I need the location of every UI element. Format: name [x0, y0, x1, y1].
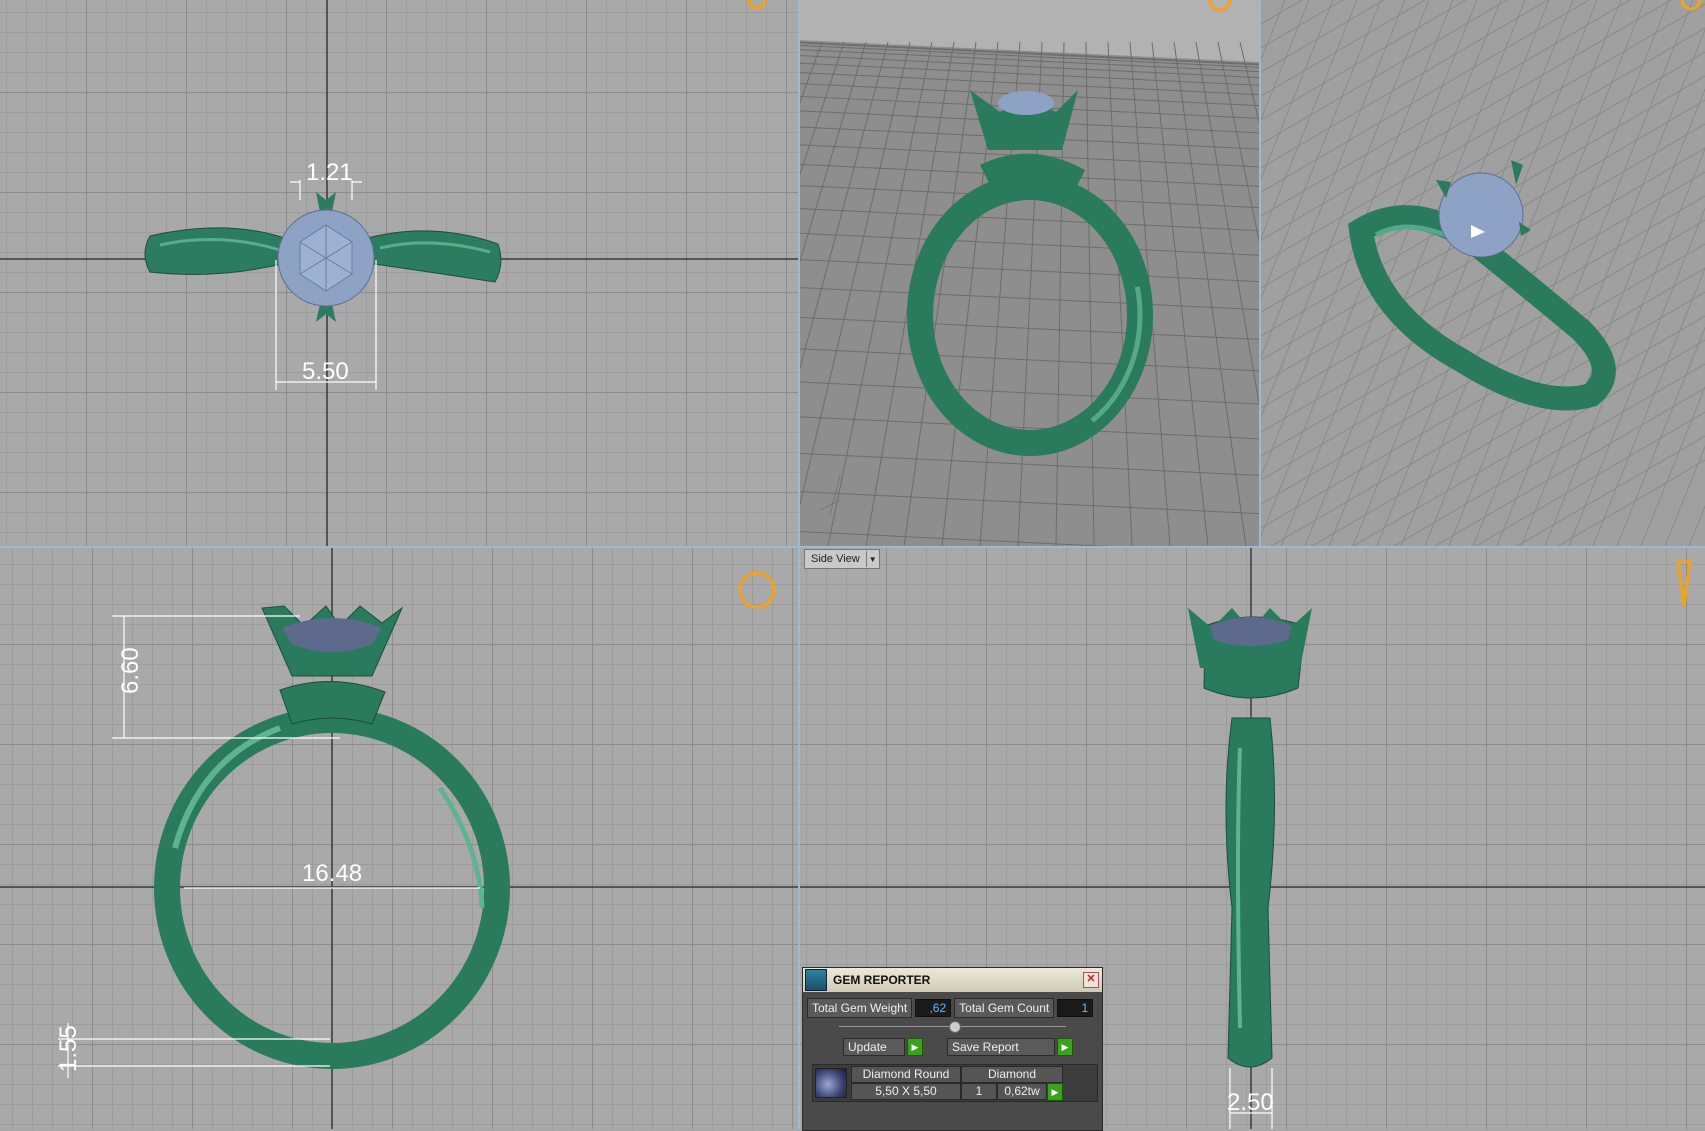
viewport-divider-horizontal[interactable]: [0, 546, 1705, 548]
update-button[interactable]: Update: [843, 1038, 905, 1056]
dim-inner-diameter: 16.48: [302, 860, 362, 887]
gem-top-shape: [277, 209, 375, 307]
gem-detail-play-icon[interactable]: ▶: [1047, 1082, 1063, 1101]
gem-reporter-titlebar[interactable]: GEM REPORTER ✕: [803, 968, 1102, 992]
gem-material: Diamond: [961, 1065, 1063, 1083]
diamond-icon: [815, 1068, 847, 1098]
total-gem-weight-field[interactable]: ,62: [915, 999, 952, 1017]
total-gem-count-label: Total Gem Count: [954, 998, 1055, 1018]
top-viewport[interactable]: 1.21 5.50: [0, 0, 798, 546]
ring-side-shape: [1188, 608, 1312, 1068]
save-report-button[interactable]: Save Report: [947, 1038, 1055, 1056]
view-selector-dropdown[interactable]: Side View ▼: [804, 549, 880, 569]
gem-reporter-panel: GEM REPORTER ✕ Total Gem Weight ,62 Tota…: [802, 967, 1103, 1131]
gem-reporter-icon: [805, 969, 827, 991]
viewport-divider-vertical[interactable]: [798, 0, 800, 1129]
perspective-scene: [800, 0, 1259, 546]
top-view-scene: 1.21 5.50: [0, 0, 798, 546]
front-view-scene: 6.60 16.48 1.55: [0, 548, 798, 1129]
front-viewport[interactable]: 6.60 16.48 1.55: [0, 548, 798, 1129]
chevron-down-icon[interactable]: ▼: [865, 551, 879, 567]
total-gem-count-field[interactable]: 1: [1057, 999, 1094, 1017]
dim-head-height: 6.60: [117, 647, 144, 694]
3d-view-scene: [1261, 0, 1705, 546]
view-gizmo-icon[interactable]: [747, 0, 767, 10]
view-selector-label: Side View: [811, 553, 860, 565]
3d-grid: [1261, 0, 1705, 546]
gem-cut: Diamond Round: [851, 1065, 961, 1083]
save-report-play-icon[interactable]: ▶: [1057, 1038, 1073, 1056]
dim-shank-thickness: 1.55: [55, 1025, 82, 1072]
dim-stone-diameter: 5.50: [302, 358, 349, 385]
3d-viewport[interactable]: [1261, 0, 1705, 546]
update-play-icon[interactable]: ▶: [907, 1038, 923, 1056]
slider-handle[interactable]: [949, 1021, 961, 1033]
dim-prong-width: 1.21: [306, 159, 353, 186]
gem-count: 1: [961, 1083, 997, 1100]
gem-reporter-title: GEM REPORTER: [833, 973, 931, 987]
gem-slider[interactable]: [803, 1020, 1102, 1034]
total-gem-weight-label: Total Gem Weight: [807, 998, 913, 1018]
ring-gizmo-icon[interactable]: [738, 571, 776, 609]
gem-size: 5,50 X 5,50: [851, 1083, 961, 1100]
dim-shank-width: 2.50: [1227, 1089, 1274, 1116]
close-icon[interactable]: ✕: [1083, 972, 1099, 988]
side-gizmo-icon[interactable]: [1676, 560, 1692, 607]
gem-weight: 0,62tw: [997, 1083, 1047, 1100]
gem-3d-shape: [1436, 160, 1531, 258]
viewport-divider-vertical-top[interactable]: [1259, 0, 1261, 546]
perspective-viewport[interactable]: [800, 0, 1259, 546]
gem-list-item[interactable]: Diamond Round Diamond 5,50 X 5,50 1 0,62…: [812, 1064, 1098, 1102]
